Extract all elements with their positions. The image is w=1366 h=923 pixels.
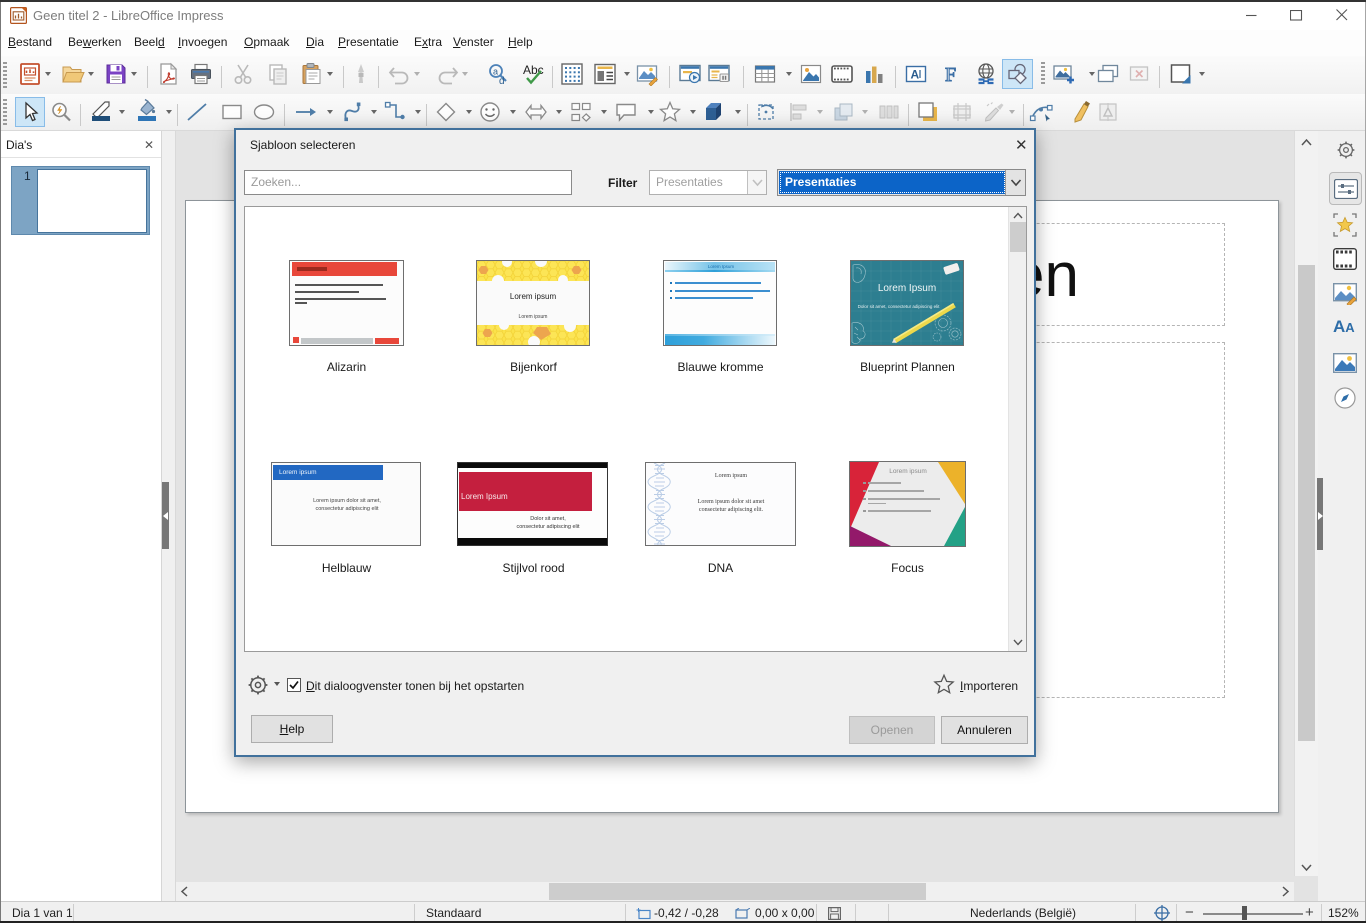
- svg-text:F: F: [945, 64, 956, 86]
- svg-text:Abc: Abc: [523, 63, 544, 77]
- svg-text:a: a: [493, 67, 498, 77]
- svg-text:A: A: [911, 68, 920, 82]
- svg-text:d: d: [499, 76, 505, 86]
